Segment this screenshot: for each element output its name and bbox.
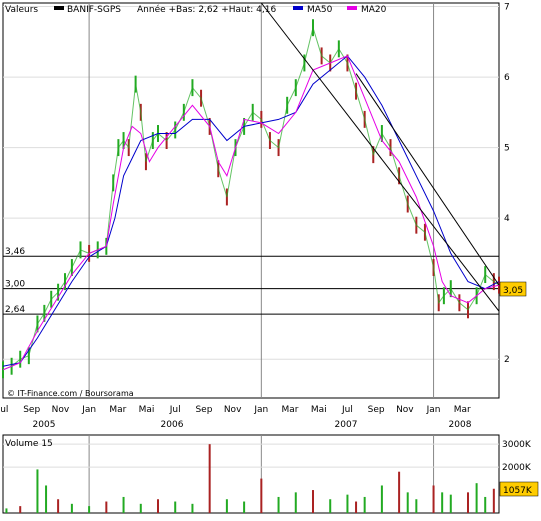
- volume-bar: [105, 501, 108, 513]
- volume-bar: [355, 501, 358, 513]
- x-year-label: 2005: [33, 420, 56, 430]
- x-month-label: Mai: [139, 405, 155, 415]
- volume-bar: [88, 506, 91, 513]
- y-tick-label: 6: [504, 73, 510, 83]
- x-month-label: Mar: [282, 405, 299, 415]
- y-tick-label: 4: [504, 214, 510, 224]
- x-month-label: Nov: [396, 405, 414, 415]
- x-month-label: Mar: [454, 405, 471, 415]
- legend-stats: Année +Bas: 2,62 +Haut: 4,16: [137, 4, 276, 15]
- legend-ma50-swatch: [293, 6, 303, 10]
- legend-valeurs: Valeurs: [5, 5, 38, 15]
- y-tick-label: 2: [504, 355, 510, 365]
- volume-bar: [398, 471, 401, 513]
- y-tick-label: 5: [504, 144, 510, 154]
- x-month-label: Jul: [169, 405, 181, 415]
- volume-bar: [449, 494, 452, 513]
- current-volume-label: 1057K: [503, 486, 533, 496]
- volume-bar: [260, 478, 263, 513]
- x-month-label: Jan: [81, 405, 96, 415]
- x-year-label: 2008: [449, 420, 472, 430]
- legend-ticker: BANIF-SGPS: [67, 5, 121, 15]
- x-month-label: Jul: [341, 405, 353, 415]
- current-price-label: 3,05: [503, 286, 523, 296]
- volume-bar: [346, 494, 349, 513]
- volume-tick-label: 2000K: [502, 463, 532, 473]
- chart-root: 3,463,002,64 234567JulSepNovJanMarMaiJul…: [0, 0, 541, 518]
- x-year-label: 2006: [161, 420, 184, 430]
- source-credit: © IT-Finance.com / Boursorama: [7, 389, 134, 398]
- volume-bar: [329, 499, 332, 513]
- volume-bar: [70, 503, 73, 513]
- volume-bar: [45, 485, 48, 513]
- level-label: 3,46: [5, 247, 25, 257]
- x-month-label: Jul: [0, 405, 8, 415]
- volume-bar: [277, 496, 280, 513]
- x-year-label: 2007: [335, 420, 358, 430]
- volume-bar: [415, 499, 418, 513]
- y-tick-label: 7: [504, 3, 510, 13]
- volume-bar: [157, 499, 159, 513]
- volume-bar: [225, 499, 228, 513]
- x-month-label: Mar: [109, 405, 126, 415]
- volume-bar: [19, 506, 22, 513]
- volume-bar: [174, 501, 177, 513]
- volume-bar: [294, 492, 297, 513]
- volume-bar: [475, 483, 478, 513]
- x-month-label: Jan: [426, 405, 441, 415]
- x-month-label: Sep: [23, 405, 40, 415]
- volume-bar: [191, 503, 194, 513]
- volume-bar: [5, 508, 8, 513]
- x-month-label: Sep: [195, 405, 212, 415]
- legend-ma50: MA50: [307, 5, 333, 15]
- volume-bar: [139, 503, 142, 513]
- volume-bar: [432, 485, 435, 513]
- price-chart: 3,463,002,64 234567JulSepNovJanMarMaiJul…: [0, 2, 539, 514]
- volume-bar: [441, 492, 444, 513]
- x-month-label: Jan: [253, 405, 268, 415]
- x-month-label: Nov: [224, 405, 242, 415]
- volume-bar: [243, 501, 246, 513]
- volume-plot-frame: [2, 434, 500, 514]
- volume-bar: [36, 469, 39, 513]
- price-plot-frame: [2, 2, 500, 399]
- legend-ma20-swatch: [347, 6, 357, 10]
- x-month-label: Mai: [311, 405, 327, 415]
- level-label: 3,00: [5, 280, 25, 290]
- x-month-label: Sep: [368, 405, 385, 415]
- volume-bar: [467, 492, 469, 513]
- legend-ma20: MA20: [361, 5, 387, 15]
- level-label: 2,64: [5, 305, 25, 315]
- volume-tick-label: 3000K: [502, 440, 532, 450]
- volume-bar: [406, 492, 409, 513]
- volume-bar: [380, 485, 383, 513]
- legend-price-swatch: [54, 6, 64, 10]
- volume-bar: [57, 499, 60, 513]
- volume-bar: [208, 444, 211, 513]
- volume-bar: [492, 488, 495, 513]
- volume-bar: [484, 496, 487, 513]
- volume-title: Volume 15: [5, 439, 53, 449]
- volume-bar: [363, 496, 366, 513]
- volume-bar: [312, 490, 314, 513]
- volume-bar: [122, 496, 125, 513]
- x-month-label: Nov: [52, 405, 70, 415]
